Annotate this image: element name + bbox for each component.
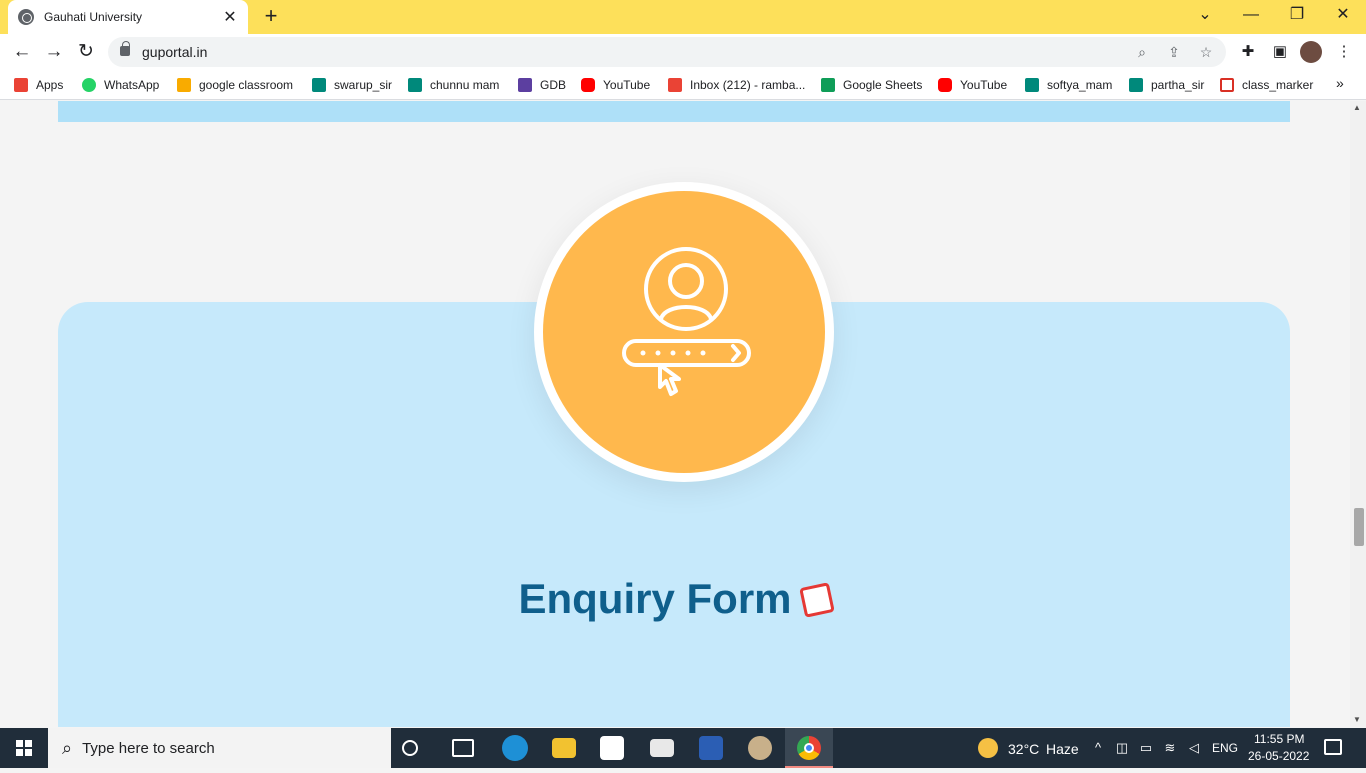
chrome-taskbar-button[interactable]	[785, 728, 833, 768]
meet-icon	[1025, 78, 1039, 92]
taskbar-search[interactable]: ⌕ Type here to search	[48, 728, 391, 768]
start-button[interactable]	[0, 728, 48, 768]
tab-search-icon[interactable]: ⌄	[1182, 0, 1228, 34]
sheets-icon	[821, 78, 835, 92]
battery-icon[interactable]: ▭	[1138, 740, 1154, 756]
back-icon[interactable]: ←	[8, 38, 36, 66]
page-heading-text: Enquiry Form	[518, 575, 792, 622]
close-window-icon[interactable]: ✕	[1320, 0, 1366, 34]
clock-time[interactable]: 11:55 PM	[1254, 732, 1304, 746]
bookmarks-bar: Apps WhatsApp google classroom swarup_si…	[0, 70, 1366, 100]
clock-date[interactable]: 26-05-2022	[1248, 749, 1309, 763]
search-icon: ⌕	[62, 737, 73, 758]
meet-now-icon[interactable]: ◫	[1114, 740, 1130, 756]
bookmarks-overflow-icon[interactable]: »	[1336, 75, 1344, 91]
mail-icon[interactable]	[650, 739, 674, 757]
edge-icon[interactable]	[502, 735, 528, 761]
scroll-up-icon[interactable]: ▲	[1353, 103, 1361, 112]
title-bar: Gauhati University ✕ + ⌄ — ❐ ✕	[0, 0, 1366, 34]
bookmark-youtube[interactable]: YouTube	[581, 76, 650, 94]
forward-icon[interactable]: →	[40, 38, 68, 66]
minimize-icon[interactable]: —	[1228, 0, 1274, 34]
share-icon[interactable]: ⇪	[1164, 42, 1184, 62]
apps-grid-icon	[14, 78, 28, 92]
side-panel-icon[interactable]: ▣	[1268, 40, 1292, 64]
gmail-icon	[668, 78, 682, 92]
weather-desc[interactable]: Haze	[1046, 741, 1079, 757]
file-explorer-icon[interactable]	[552, 738, 576, 758]
language-indicator[interactable]: ENG	[1212, 741, 1238, 755]
page-scrollbar[interactable]: ▲ ▼	[1350, 101, 1366, 727]
bookmark-gdb[interactable]: GDB	[518, 76, 566, 94]
bookmark-google-sheets[interactable]: Google Sheets	[821, 76, 922, 94]
chrome-icon	[797, 736, 821, 760]
youtube-icon	[581, 78, 595, 92]
bookmark-partha-sir[interactable]: partha_sir	[1129, 76, 1204, 94]
bookmark-youtube-2[interactable]: YouTube	[938, 76, 1007, 94]
enquiry-badge	[534, 182, 834, 482]
bookmark-softya-mam[interactable]: softya_mam	[1025, 76, 1112, 94]
bookmark-google-classroom[interactable]: google classroom	[177, 76, 293, 94]
address-bar[interactable]: guportal.in ⌕ ⇪ ☆	[108, 37, 1226, 67]
reload-icon[interactable]: ↻	[72, 38, 100, 66]
form-emoji-icon	[798, 582, 835, 618]
windows-taskbar: ⌕ Type here to search 32°C Haze ^ ◫ ▭ ≋ …	[0, 728, 1366, 768]
meet-icon	[408, 78, 422, 92]
paint-icon[interactable]	[748, 736, 772, 760]
bookmark-chunnu-mam[interactable]: chunnu mam	[408, 76, 499, 94]
browser-tab[interactable]: Gauhati University ✕	[8, 0, 248, 34]
word-icon[interactable]	[699, 736, 723, 760]
bookmark-whatsapp[interactable]: WhatsApp	[82, 76, 159, 94]
weather-icon[interactable]	[978, 738, 998, 758]
classroom-icon	[177, 78, 191, 92]
bookmark-star-icon[interactable]: ☆	[1196, 42, 1216, 62]
browser-toolbar: ← → ↻ guportal.in ⌕ ⇪ ☆ ✚ ▣ ⋮	[0, 34, 1366, 70]
weather-temp[interactable]: 32°C	[1008, 741, 1039, 757]
profile-avatar[interactable]	[1300, 41, 1322, 63]
site-favicon-icon	[18, 9, 34, 25]
enquiry-badge-circle	[543, 191, 825, 473]
chevron-up-icon[interactable]: ^	[1090, 740, 1106, 756]
extensions-icon[interactable]: ✚	[1236, 40, 1260, 64]
notification-icon[interactable]	[1324, 739, 1342, 755]
check-icon	[1220, 78, 1234, 92]
menu-kebab-icon[interactable]: ⋮	[1332, 40, 1356, 64]
bookmark-swarup-sir[interactable]: swarup_sir	[312, 76, 392, 94]
top-section-band	[58, 101, 1290, 122]
cortana-icon[interactable]	[402, 740, 418, 756]
restore-icon[interactable]: ❐	[1274, 0, 1320, 34]
wifi-icon[interactable]: ≋	[1162, 740, 1178, 756]
meet-icon	[1129, 78, 1143, 92]
lock-icon[interactable]	[120, 41, 130, 56]
scroll-down-icon[interactable]: ▼	[1353, 715, 1361, 724]
meet-icon	[312, 78, 326, 92]
close-tab-icon[interactable]: ✕	[222, 7, 238, 27]
gdb-icon	[518, 78, 532, 92]
task-view-icon[interactable]	[452, 739, 474, 757]
page-content: Enquiry Form	[0, 101, 1350, 727]
url-text[interactable]: guportal.in	[142, 44, 207, 60]
whatsapp-icon	[82, 78, 96, 92]
scrollbar-thumb[interactable]	[1354, 508, 1364, 546]
new-tab-button[interactable]: +	[258, 4, 284, 30]
tab-title: Gauhati University	[44, 10, 143, 24]
volume-icon[interactable]: ◁	[1186, 740, 1202, 756]
taskbar-search-input[interactable]: Type here to search	[82, 740, 215, 757]
youtube-icon	[938, 78, 952, 92]
page-heading: Enquiry Form	[0, 575, 1350, 623]
microsoft-store-icon[interactable]	[600, 736, 624, 760]
bookmark-apps[interactable]: Apps	[14, 76, 63, 94]
bookmark-class-marker[interactable]: class_marker	[1220, 76, 1313, 94]
user-login-icon	[622, 247, 751, 396]
windows-logo-icon	[16, 740, 32, 756]
zoom-icon[interactable]: ⌕	[1132, 42, 1152, 62]
bookmark-inbox[interactable]: Inbox (212) - ramba...	[668, 76, 805, 94]
